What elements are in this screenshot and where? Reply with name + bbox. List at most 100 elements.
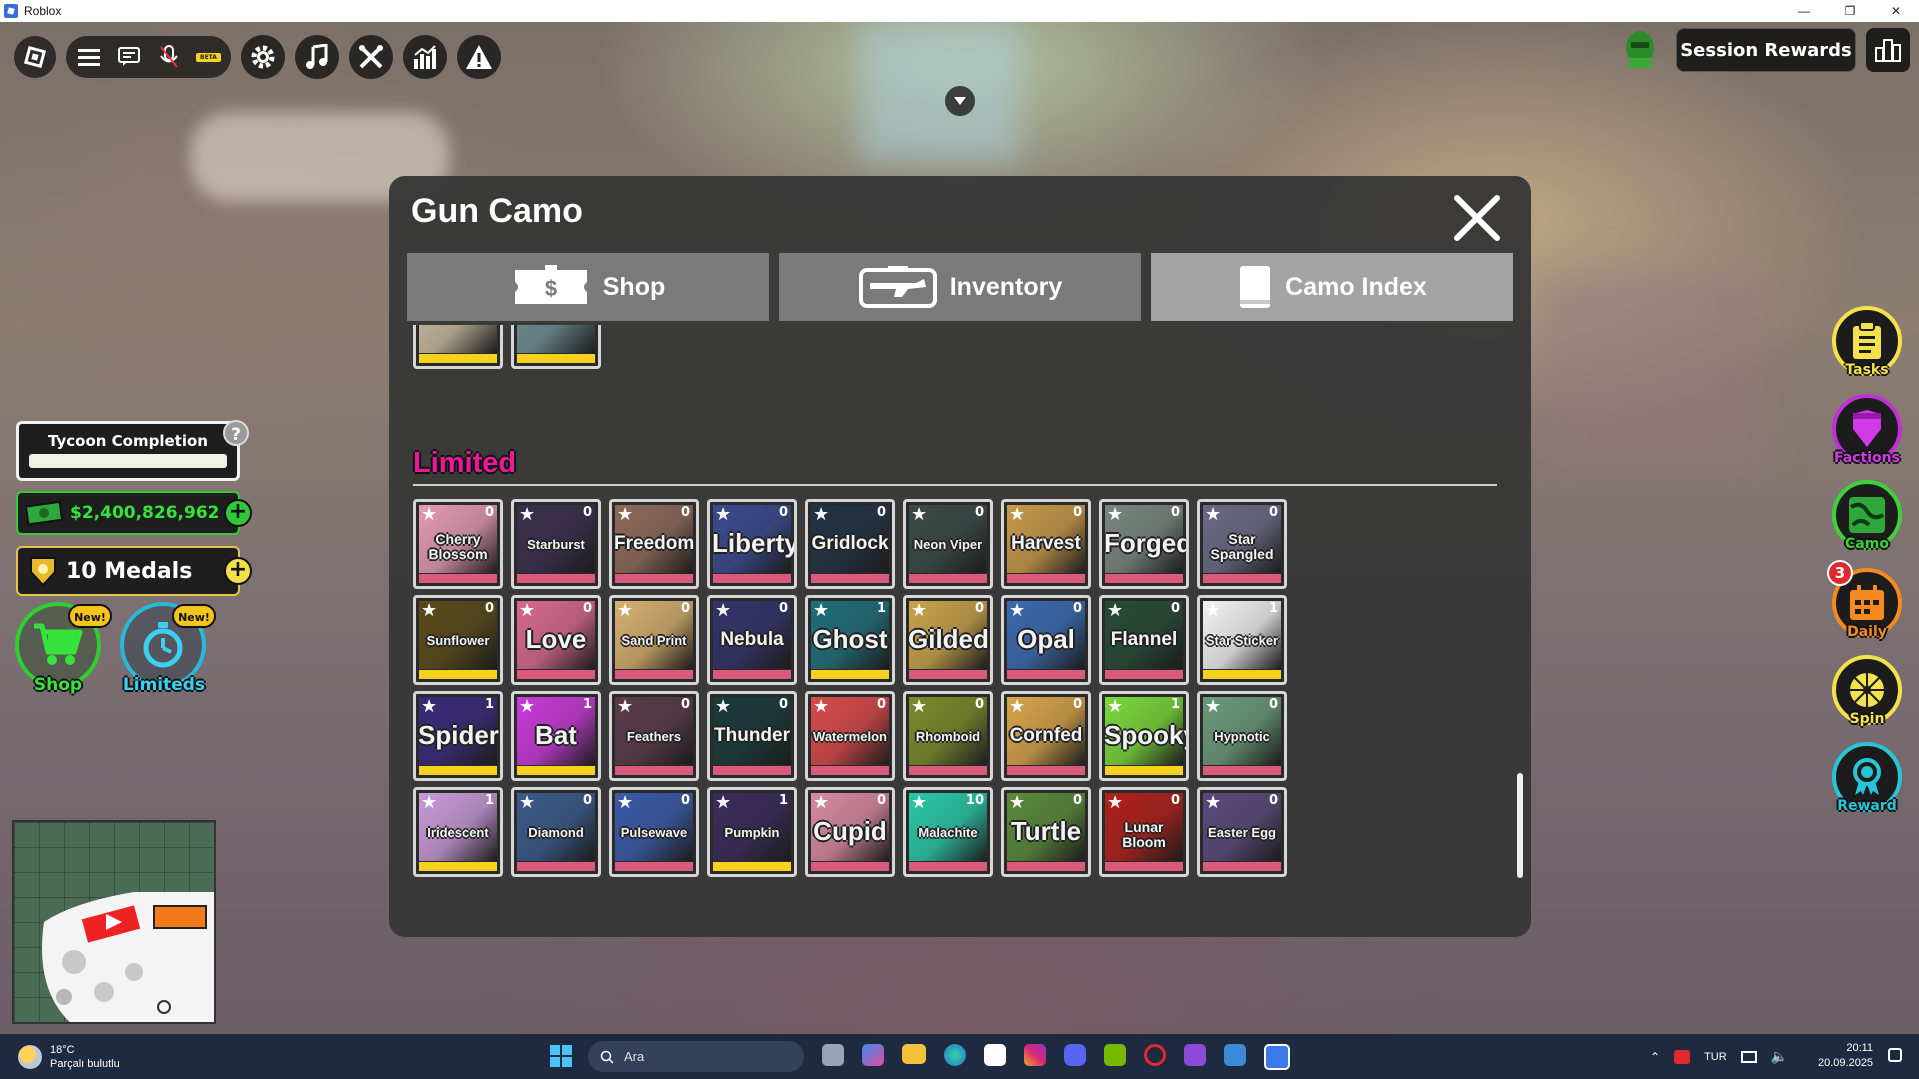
music-button[interactable] — [294, 35, 339, 79]
favorite-star-icon[interactable]: ★ — [1009, 506, 1025, 524]
taskbar-clock[interactable]: 20:11 20.09.2025 — [1818, 1041, 1873, 1071]
favorite-star-icon[interactable]: ★ — [813, 794, 829, 812]
roblox-menu-button[interactable] — [14, 36, 56, 78]
favorite-star-icon[interactable]: ★ — [1107, 506, 1123, 524]
favorite-star-icon[interactable]: ★ — [911, 794, 927, 812]
favorite-star-icon[interactable]: ★ — [1009, 794, 1025, 812]
favorite-star-icon[interactable]: ★ — [813, 506, 829, 524]
favorite-star-icon[interactable]: ★ — [1107, 794, 1123, 812]
chevron-up-icon[interactable]: ⌃ — [1650, 1050, 1660, 1064]
camo-card[interactable]: ★ 0 Turtle — [1001, 787, 1091, 877]
camo-card[interactable]: ★ 1 Spider — [413, 691, 503, 781]
camo-card[interactable]: ★ 0 Thunder — [707, 691, 797, 781]
session-rewards-button[interactable]: Session Rewards — [1676, 28, 1856, 72]
add-money-button[interactable]: + — [224, 499, 252, 527]
minimize-icon[interactable]: — — [1781, 0, 1827, 22]
favorite-star-icon[interactable]: ★ — [519, 794, 535, 812]
favorite-star-icon[interactable]: ★ — [617, 794, 633, 812]
favorite-star-icon[interactable]: ★ — [715, 602, 731, 620]
tools-button[interactable] — [348, 35, 393, 79]
camo-card[interactable]: ★ 0 Watermelon — [805, 691, 895, 781]
camo-card[interactable]: ★ 1 Spooky — [1099, 691, 1189, 781]
favorite-star-icon[interactable]: ★ — [1205, 602, 1221, 620]
roblox-taskbar-icon[interactable] — [1264, 1044, 1290, 1070]
copilot-icon[interactable] — [862, 1044, 884, 1066]
favorite-star-icon[interactable]: ★ — [813, 698, 829, 716]
camo-card[interactable]: ★ 1 Bat — [511, 691, 601, 781]
camo-card[interactable]: ★ 0 Flannel — [1099, 595, 1189, 685]
camo-card[interactable]: ★ 0 Star Spangled — [1197, 499, 1287, 589]
expand-hud-button[interactable] — [945, 86, 975, 116]
favorite-star-icon[interactable]: ★ — [911, 698, 927, 716]
camo-card[interactable]: ★ 0 Cupid — [805, 787, 895, 877]
chat-icon[interactable] — [116, 44, 142, 70]
favorite-star-icon[interactable]: ★ — [519, 698, 535, 716]
grid-scrollbar[interactable] — [1517, 773, 1523, 878]
windows-start-icon[interactable] — [548, 1043, 574, 1069]
roblox-studio-icon[interactable] — [1224, 1044, 1246, 1066]
favorite-star-icon[interactable]: ★ — [1107, 602, 1123, 620]
favorite-star-icon[interactable]: ★ — [519, 506, 535, 524]
leaderboard-button[interactable] — [1866, 28, 1910, 72]
camo-card[interactable]: ★ 1 Ghost — [805, 595, 895, 685]
favorite-star-icon[interactable]: ★ — [617, 602, 633, 620]
camo-card[interactable]: ★ 0 Cherry Blossom — [413, 499, 503, 589]
favorite-star-icon[interactable]: ★ — [715, 506, 731, 524]
microphone-muted-icon[interactable] — [156, 44, 182, 70]
camo-card[interactable]: ★ 0 Rhomboid — [903, 691, 993, 781]
file-explorer-icon[interactable] — [902, 1044, 926, 1064]
favorite-star-icon[interactable]: ★ — [1107, 698, 1123, 716]
discord-icon[interactable] — [1064, 1044, 1086, 1066]
camo-card[interactable]: ★ 0 Sunflower — [413, 595, 503, 685]
camo-card[interactable]: ★ 0 Forged — [1099, 499, 1189, 589]
maximize-icon[interactable]: ❐ — [1827, 0, 1873, 22]
favorite-star-icon[interactable]: ★ — [1009, 698, 1025, 716]
help-button[interactable]: ? — [223, 420, 249, 446]
add-medals-button[interactable]: + — [224, 557, 252, 585]
notification-bell-icon[interactable] — [1888, 1048, 1902, 1062]
favorite-star-icon[interactable]: ★ — [1205, 794, 1221, 812]
camo-card[interactable]: ★ 0 Neon Viper — [903, 499, 993, 589]
favorite-star-icon[interactable]: ★ — [421, 698, 437, 716]
favorite-star-icon[interactable]: ★ — [421, 602, 437, 620]
edge-browser-icon[interactable] — [944, 1044, 966, 1066]
camo-card[interactable]: ★ 0 Nebula — [707, 595, 797, 685]
camo-card[interactable]: ★ 0 Pulsewave — [609, 787, 699, 877]
favorite-star-icon[interactable]: ★ — [617, 506, 633, 524]
camo-card[interactable]: ★ 0 Starburst — [511, 499, 601, 589]
ms-store-icon[interactable] — [984, 1044, 1006, 1066]
camo-card[interactable]: ★ 0 Freedom — [609, 499, 699, 589]
favorite-star-icon[interactable]: ★ — [519, 602, 535, 620]
camo-card[interactable]: ★ 1 Pumpkin — [707, 787, 797, 877]
camo-card[interactable]: ★ 0 Cornfed — [1001, 691, 1091, 781]
hamburger-menu-icon[interactable] — [76, 44, 102, 70]
camo-card[interactable]: ★ 0 Love — [511, 595, 601, 685]
favorite-star-icon[interactable]: ★ — [813, 602, 829, 620]
tab-inventory[interactable]: Inventory — [779, 253, 1141, 321]
tray-app-icon[interactable] — [1674, 1049, 1691, 1064]
camo-card[interactable]: ★ 0 Gilded — [903, 595, 993, 685]
camo-card[interactable]: ★ 0 Sand Print — [609, 595, 699, 685]
player-avatar-icon[interactable] — [1623, 30, 1657, 70]
stats-button[interactable] — [402, 35, 447, 79]
favorite-star-icon[interactable]: ★ — [715, 794, 731, 812]
taskbar-search[interactable]: Ara — [588, 1041, 804, 1072]
camo-card[interactable]: ★ 0 Hypnotic — [1197, 691, 1287, 781]
camo-card[interactable]: ★ 0 Harvest — [1001, 499, 1091, 589]
instagram-icon[interactable] — [1024, 1044, 1046, 1066]
close-window-icon[interactable]: ✕ — [1873, 0, 1919, 22]
settings-button[interactable] — [240, 35, 285, 79]
favorite-star-icon[interactable]: ★ — [1009, 602, 1025, 620]
volume-icon[interactable]: 🔈 — [1771, 1048, 1788, 1065]
task-view-icon[interactable] — [822, 1044, 844, 1066]
camo-card[interactable]: Scale — [511, 325, 601, 369]
app-icon[interactable] — [1184, 1044, 1206, 1066]
favorite-star-icon[interactable]: ★ — [617, 698, 633, 716]
weather-widget[interactable]: 18°C Parçalı bulutlu — [18, 1043, 120, 1071]
favorite-star-icon[interactable]: ★ — [421, 794, 437, 812]
report-button[interactable] — [456, 35, 501, 79]
tab-shop[interactable]: $ Shop — [407, 253, 769, 321]
close-panel-button[interactable] — [1451, 192, 1503, 244]
favorite-star-icon[interactable]: ★ — [715, 698, 731, 716]
camo-card[interactable]: ★ 10 Malachite — [903, 787, 993, 877]
